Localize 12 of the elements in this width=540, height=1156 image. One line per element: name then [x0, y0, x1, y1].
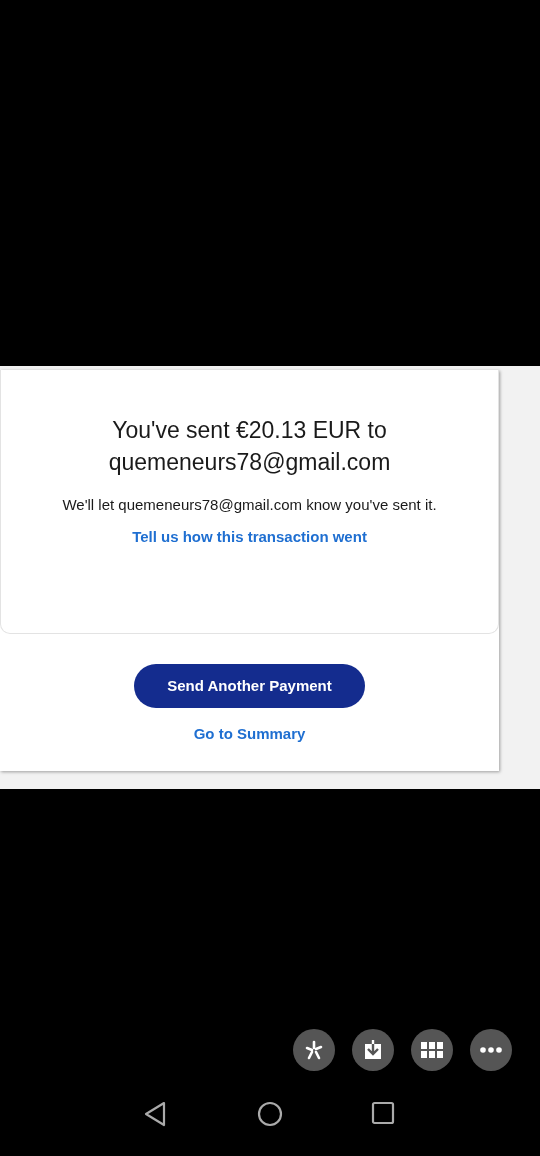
- recent-apps-icon[interactable]: [371, 1101, 395, 1125]
- confirmation-heading: You've sent €20.13 EUR to quemeneurs78@gmail.com: [107, 416, 392, 477]
- more-icon[interactable]: [470, 1029, 512, 1071]
- notification-message: We'll let quemeneurs78@gmail.com know you've sent it.: [61, 495, 438, 515]
- download-icon[interactable]: [352, 1029, 394, 1071]
- back-icon[interactable]: [143, 1101, 167, 1127]
- sparkle-icon[interactable]: [293, 1029, 335, 1071]
- summary-link[interactable]: Go to Summary: [193, 723, 306, 746]
- feedback-link[interactable]: Tell us how this transaction went: [132, 526, 367, 549]
- grid-icon[interactable]: [411, 1029, 453, 1071]
- send-another-payment-button[interactable]: Send Another Payment: [134, 664, 365, 708]
- home-icon[interactable]: [257, 1101, 283, 1127]
